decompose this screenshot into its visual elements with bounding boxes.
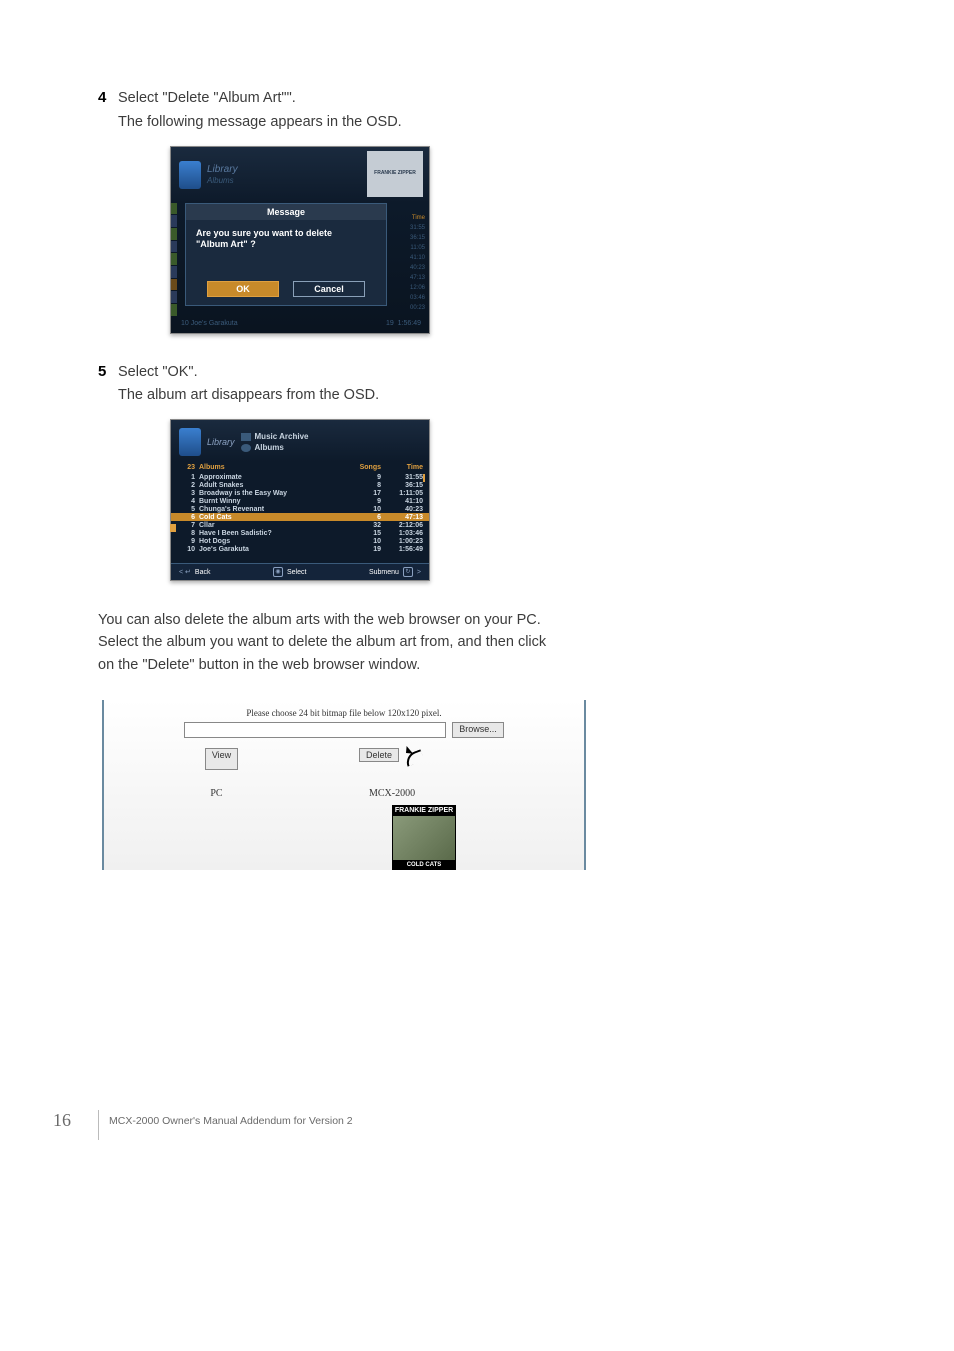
mcx-label: MCX-2000 — [319, 788, 574, 799]
arrow-annotation — [403, 748, 433, 770]
library-icon — [179, 428, 201, 456]
disc-icon — [241, 444, 251, 452]
play-marker-icon — [170, 524, 176, 532]
step-number: 4 — [98, 89, 118, 106]
album-row[interactable]: 10Joe's Garakuta191:56:49 — [171, 545, 429, 553]
cancel-button[interactable]: Cancel — [293, 281, 365, 297]
album-row[interactable]: 5Chunga's Revenant1040:23 — [171, 505, 429, 513]
pc-label: PC — [114, 788, 319, 799]
album-row[interactable]: 8Have I Been Sadistic?151:03:46 — [171, 529, 429, 537]
back-label: Back — [195, 569, 211, 576]
select-label: Select — [287, 569, 306, 576]
web-instruction: Please choose 24 bit bitmap file below 1… — [114, 708, 574, 718]
step-number: 5 — [98, 363, 118, 380]
confirm-dialog: Message Are you sure you want to delete … — [185, 203, 387, 306]
album-row[interactable]: 9Hot Dogs101:00:23 — [171, 537, 429, 545]
submenu-label: Submenu — [369, 569, 399, 576]
bottom-row: 10 Joe's Garakuta 19 1:56:49 — [181, 320, 421, 327]
album-row[interactable]: 1Approximate931:55 — [171, 473, 429, 481]
library-icon — [179, 161, 201, 189]
step-subtext: The following message appears in the OSD… — [118, 112, 884, 134]
dialog-message: Are you sure you want to delete "Album A… — [186, 220, 386, 281]
album-row[interactable]: 6Cold Cats647:13 — [171, 513, 429, 521]
scrollbar-indicator — [423, 474, 425, 482]
album-row[interactable]: 2Adult Snakes836:15 — [171, 481, 429, 489]
step-text: Select "OK". — [118, 362, 198, 384]
select-icon: ◉ — [273, 567, 283, 577]
submenu-icon: ↻ — [403, 567, 413, 577]
delete-button[interactable]: Delete — [359, 748, 399, 762]
osd-footer: < ↵Back ◉Select Submenu↻> — [171, 563, 429, 580]
library-label: Library — [207, 437, 235, 448]
step-subtext: The album art disappears from the OSD. — [118, 385, 884, 407]
step-text: Select "Delete "Album Art"". — [118, 88, 296, 110]
footer-text: MCX-2000 Owner's Manual Addendum for Ver… — [99, 1110, 884, 1127]
albums-label: Albums — [207, 176, 238, 186]
time-column: Time 31:55 36:15 11:05 41:10 40:23 47:13… — [410, 213, 425, 313]
file-path-input[interactable] — [184, 722, 446, 738]
view-button[interactable]: View — [205, 748, 238, 770]
album-row[interactable]: 4Burnt Winny941:10 — [171, 497, 429, 505]
page-number: 16 — [53, 1110, 71, 1131]
library-label: Library — [207, 164, 238, 176]
browse-button[interactable]: Browse... — [452, 722, 504, 738]
osd-album-list-screenshot: Library Music Archive Albums 23 Albums S… — [170, 419, 430, 581]
album-art-thumbnail: FRANKIE ZIPPER — [367, 151, 423, 197]
list-header: 23 Albums Songs Time — [171, 462, 429, 473]
dialog-title: Message — [186, 204, 386, 220]
body-paragraph: You can also delete the album arts with … — [98, 609, 558, 676]
web-browser-screenshot: Please choose 24 bit bitmap file below 1… — [102, 700, 586, 870]
album-row[interactable]: 3Broadway is the Easy Way171:11:05 — [171, 489, 429, 497]
archive-icon — [241, 433, 251, 441]
album-row[interactable]: 7Cllar322:12:06 — [171, 521, 429, 529]
album-art-preview: FRANKIE ZIPPER COLD CATS — [392, 805, 456, 870]
osd-message-screenshot: Library Albums FRANKIE ZIPPER Time 31:55… — [170, 146, 430, 334]
ok-button[interactable]: OK — [207, 281, 279, 297]
